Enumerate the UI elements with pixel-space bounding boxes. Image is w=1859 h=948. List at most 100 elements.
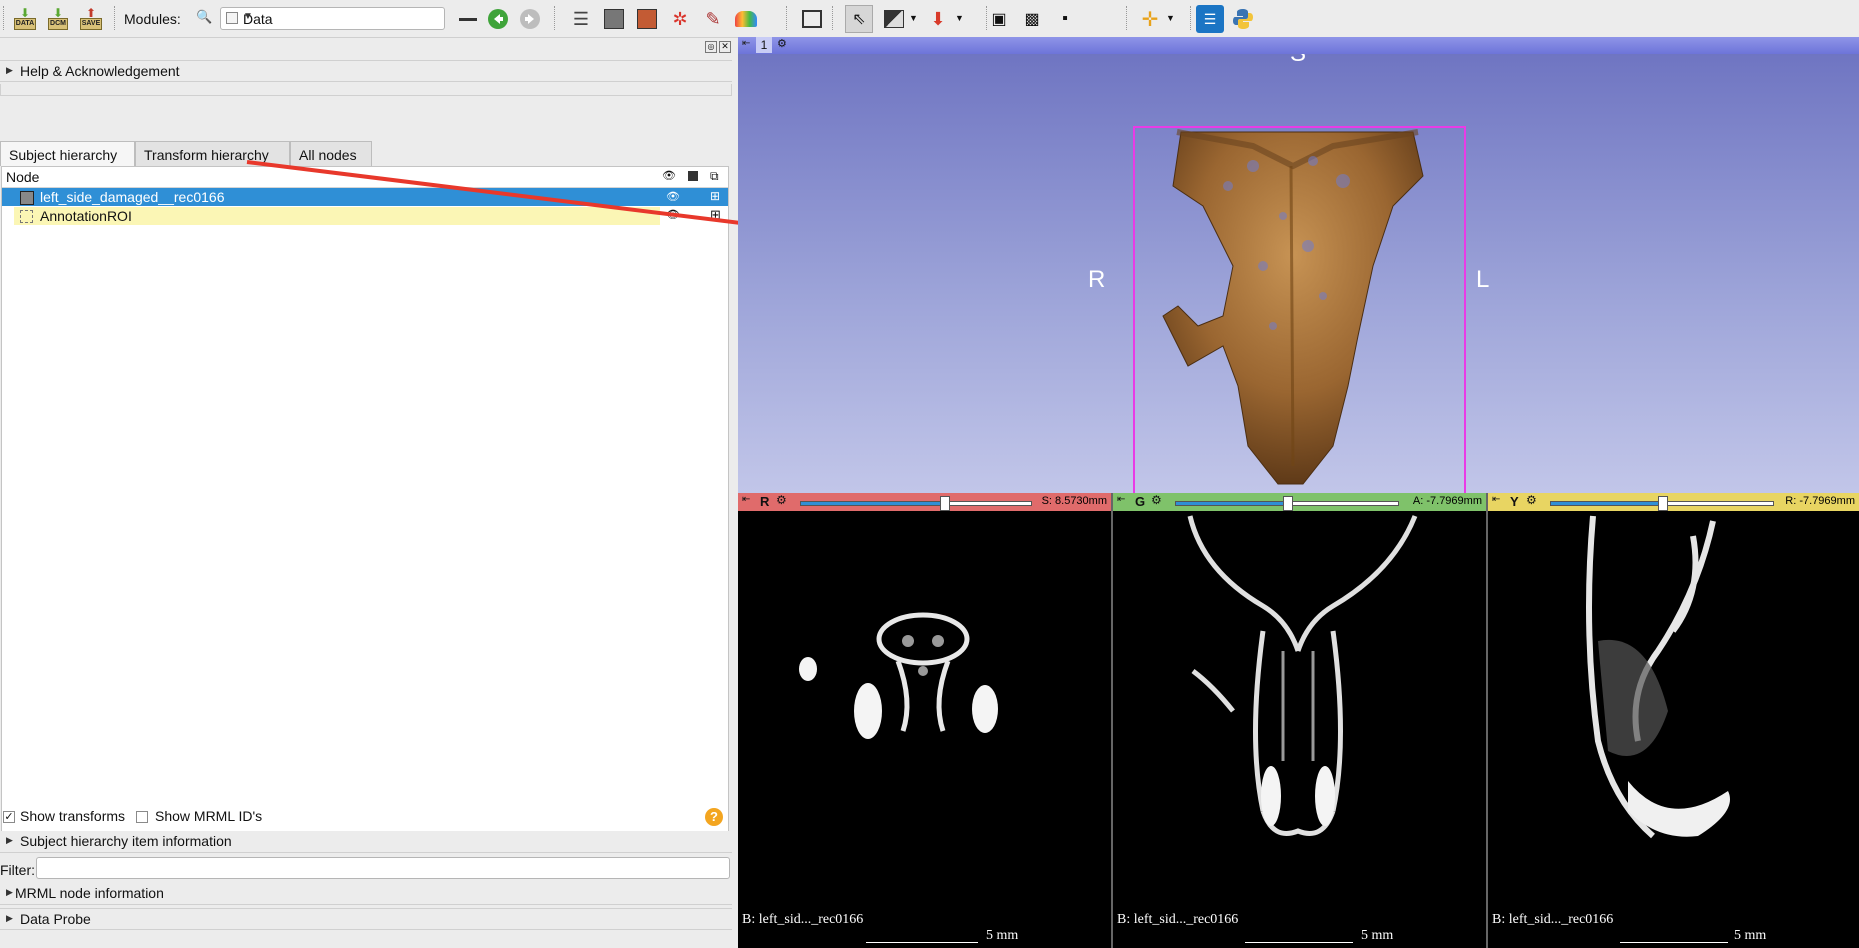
modules-label: Modules:: [124, 11, 181, 27]
data-probe-section[interactable]: ▶ Data Probe: [0, 908, 732, 930]
scene-view-button[interactable]: ▩: [1018, 5, 1046, 33]
expand-arrow-icon: ▶: [6, 913, 13, 923]
help-icon[interactable]: ?: [705, 808, 723, 826]
screenshot-button[interactable]: ▣: [985, 5, 1013, 33]
slice-offset-slider[interactable]: [1550, 496, 1774, 511]
tab-transform-hierarchy[interactable]: Transform hierarchy: [135, 141, 290, 166]
eye-icon[interactable]: 👁: [666, 190, 680, 203]
view3d-controller-bar[interactable]: ⇤ 1 ⚙: [738, 37, 1859, 54]
volumes-module-button[interactable]: [600, 5, 628, 33]
show-transforms-label: Show transforms: [20, 808, 126, 824]
search-icon[interactable]: 🔍: [196, 9, 212, 25]
pin-icon[interactable]: ⇤: [742, 494, 750, 505]
back-button[interactable]: [484, 5, 512, 33]
toolbar-grip: [114, 6, 117, 30]
slider-handle[interactable]: [1283, 496, 1293, 511]
subject-item-info-section[interactable]: ▶ Subject hierarchy item information: [0, 831, 732, 853]
paintbrush-icon: ✎: [705, 8, 721, 29]
help-acknowledgement-label: Help & Acknowledgement: [20, 63, 180, 79]
slider-handle[interactable]: [939, 496, 950, 511]
module-history-button[interactable]: [454, 5, 482, 33]
filter-input[interactable]: [36, 857, 730, 879]
crosshair-button[interactable]: ✛: [1136, 5, 1164, 33]
chevron-down-icon[interactable]: ▼: [955, 13, 964, 23]
slider-fill: [1551, 502, 1662, 505]
load-data-button[interactable]: ⬇ DATA: [11, 5, 39, 33]
models-module-button[interactable]: [633, 5, 661, 33]
show-transforms-checkbox[interactable]: ✓: [3, 811, 15, 823]
green-slice-view[interactable]: B: left_sid..._rec0166 5 mm: [1113, 511, 1486, 948]
red-slice-controller[interactable]: ⇤ R ⚙ S: 8.5730mm: [738, 493, 1111, 511]
help-acknowledgement-section[interactable]: ▶ Help & Acknowledgement: [0, 60, 732, 82]
fiducial-pin-icon: ⬇: [930, 8, 946, 29]
window-level-button[interactable]: [880, 5, 908, 33]
segment-editor-button[interactable]: ✎: [699, 5, 727, 33]
panel-float-button[interactable]: ◎: [705, 41, 717, 53]
chevron-down-icon[interactable]: ▼: [1166, 13, 1175, 23]
color-column-icon[interactable]: [688, 171, 698, 181]
layout-icon: [802, 10, 822, 28]
scene-restore-button[interactable]: ▪: [1051, 5, 1079, 33]
coronal-ct-image: [1187, 515, 1418, 836]
load-dicom-button[interactable]: ⬇ DCM: [44, 5, 72, 33]
eye-icon[interactable]: 👁: [666, 208, 680, 221]
scale-label: 5 mm: [1361, 928, 1394, 943]
transform-column-icon[interactable]: ⧉: [710, 169, 719, 184]
green-slice-controller[interactable]: ⇤ G ⚙ A: -7.7969mm: [1113, 493, 1486, 511]
tab-label: All nodes: [299, 147, 357, 163]
forward-button[interactable]: [516, 5, 544, 33]
panel-close-button[interactable]: ✕: [719, 41, 731, 53]
pin-icon[interactable]: ⇤: [1492, 494, 1500, 505]
slice-background-label: B: left_sid..._rec0166: [1117, 912, 1239, 927]
extensions-button[interactable]: [732, 5, 760, 33]
yellow-slice-view[interactable]: B: left_sid..._rec0166 5 mm: [1488, 511, 1859, 948]
markups-module-button[interactable]: ✲: [666, 5, 694, 33]
view3d[interactable]: S I R L: [738, 54, 1859, 505]
slice-offset-slider[interactable]: [1175, 496, 1399, 511]
extension-manager-button[interactable]: ☰: [1196, 5, 1224, 33]
expand-arrow-icon: ▶: [6, 887, 13, 897]
yellow-slice-controller[interactable]: ⇤ Y ⚙ R: -7.7969mm: [1488, 493, 1859, 511]
grid-icon[interactable]: ⊞: [710, 207, 721, 223]
layout-button[interactable]: [798, 5, 826, 33]
tab-subject-hierarchy[interactable]: Subject hierarchy: [0, 141, 135, 166]
toolbar-grip: [1190, 6, 1193, 30]
place-fiducial-button[interactable]: ⬇: [924, 5, 952, 33]
module-list-icon: [226, 12, 238, 24]
subject-hierarchy-tree[interactable]: Node 👁 ⧉ left_side_damaged__rec0166 👁 ⊞ …: [1, 166, 729, 842]
slice-offset-slider[interactable]: [800, 496, 1032, 511]
tree-row[interactable]: AnnotationROI 👁 ⊞: [2, 207, 728, 225]
red-slice-view[interactable]: B: left_sid..._rec0166 5 mm: [738, 511, 1111, 948]
view3d-settings-icon[interactable]: ⚙: [777, 37, 787, 50]
save-label: SAVE: [79, 18, 103, 30]
volume-icon: [20, 191, 34, 205]
back-arrow-icon: [488, 9, 508, 29]
data-module-button[interactable]: ☰: [567, 5, 595, 33]
view-transform-mode-button[interactable]: ⇖: [845, 5, 873, 33]
slider-handle[interactable]: [1658, 496, 1668, 511]
axial-ct-image: [799, 612, 998, 739]
forward-arrow-icon: [520, 9, 540, 29]
slice-settings-icon[interactable]: ⚙: [776, 493, 787, 507]
slice-settings-icon[interactable]: ⚙: [1526, 493, 1537, 507]
tree-row[interactable]: left_side_damaged__rec0166 👁 ⊞: [2, 188, 728, 206]
grid-icon[interactable]: ⊞: [710, 189, 720, 203]
history-icon: [459, 17, 477, 21]
chevron-down-icon[interactable]: ▼: [909, 13, 918, 23]
slice-settings-icon[interactable]: ⚙: [1151, 493, 1162, 507]
slice-background-label: B: left_sid..._rec0166: [1492, 912, 1614, 927]
slice-offset-value: S: 8.5730mm: [1041, 495, 1107, 507]
save-button[interactable]: ⬆ SAVE: [77, 5, 105, 33]
pin-icon[interactable]: ⇤: [742, 38, 750, 49]
tab-label: Subject hierarchy: [9, 147, 118, 163]
python-console-button[interactable]: [1229, 5, 1257, 33]
mrml-node-info-section[interactable]: ▶ MRML node information: [0, 883, 732, 905]
tab-all-nodes[interactable]: All nodes: [290, 141, 372, 166]
module-selector[interactable]: Data ▼: [220, 7, 445, 30]
pin-icon[interactable]: ⇤: [1117, 494, 1125, 505]
visibility-column-icon[interactable]: 👁: [662, 169, 676, 182]
mrml-node-info-label: MRML node information: [15, 885, 164, 901]
show-mrml-ids-checkbox[interactable]: [136, 811, 148, 823]
chevron-down-icon: ▼: [243, 11, 253, 22]
crosshair-icon: ✛: [1141, 8, 1159, 31]
